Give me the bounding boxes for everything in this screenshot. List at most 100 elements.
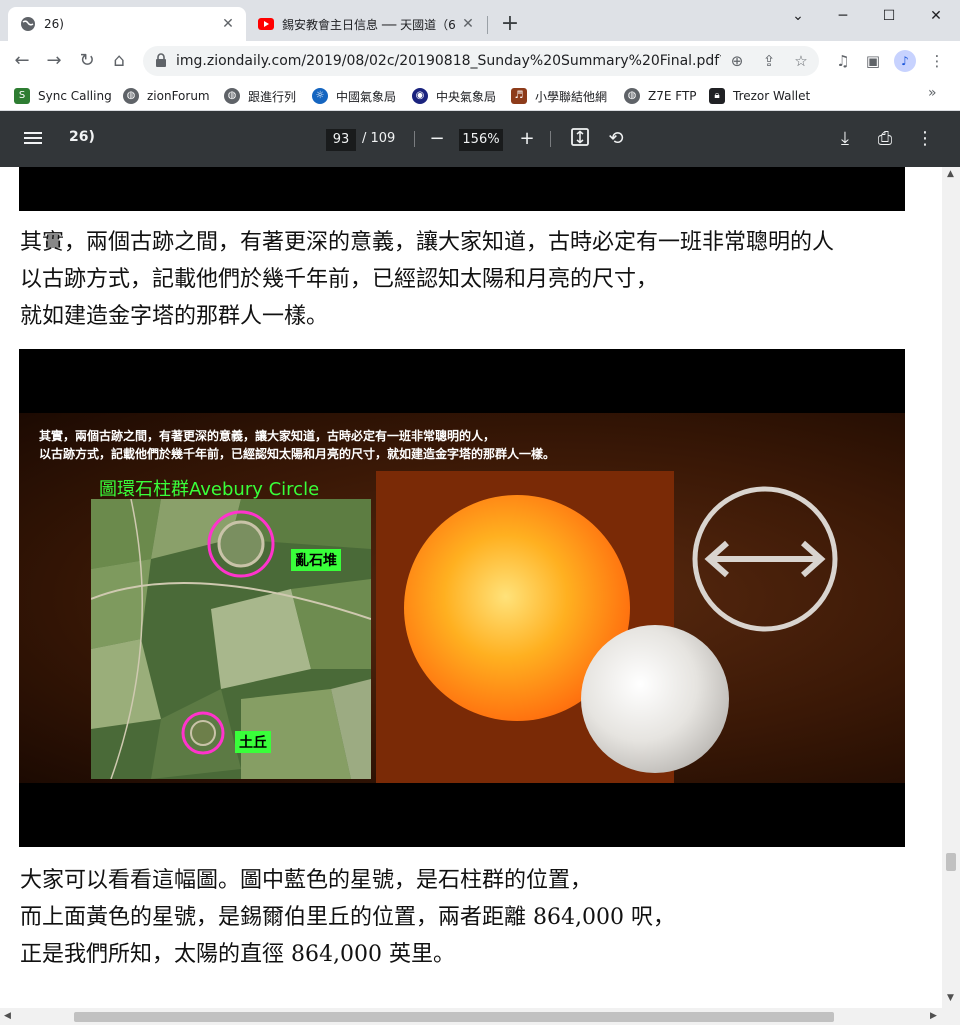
guitar-icon: ♬ [511, 88, 527, 104]
text-line: 其實，兩個古跡之間，有著更深的意義，讓大家知道，古時必定有一班非常聰明的人 [20, 230, 835, 255]
tab-youtube[interactable]: 錫安教會主日信息 ── 天國道（6 ✕ [248, 7, 486, 41]
bookmark-z7e-ftp[interactable]: ◍ Z7E FTP [624, 85, 697, 107]
paragraph-intro: 其實，兩個古跡之間，有著更深的意義，讓大家知道，古時必定有一班非常聰明的人 以古… [20, 224, 834, 335]
lock-icon[interactable] [155, 53, 167, 67]
bookmark-label: Z7E FTP [648, 89, 697, 103]
paragraph-explanation: 大家可以看看這幅圖。圖中藍色的星號，是石柱群的位置， 而上面黃色的星號，是錫爾伯… [20, 862, 675, 973]
download-icon[interactable]: ⤓ [833, 127, 857, 151]
bookmark-label: Sync Calling [38, 89, 112, 103]
toolbar-divider [550, 131, 551, 147]
eye-icon: ◉ [412, 88, 428, 104]
bookmark-cma[interactable]: ☼ 中國氣象局 [312, 85, 396, 107]
globe-icon [21, 17, 35, 31]
zoom-icon[interactable]: ⊕ [727, 51, 747, 71]
globe-icon: ◍ [624, 88, 640, 104]
new-tab-button[interactable]: + [498, 13, 522, 37]
aerial-fields [91, 499, 371, 779]
bookmark-follow-up[interactable]: ◍ 跟進行列 [224, 85, 296, 107]
scroll-down-icon[interactable]: ▼ [947, 993, 954, 1003]
star-icon[interactable]: ☆ [791, 51, 811, 71]
hamburger-icon[interactable] [24, 129, 44, 149]
sync-icon: S [14, 88, 30, 104]
bookmark-label: zionForum [147, 89, 210, 103]
text-line: 就如建造金字塔的那群人一樣。 [20, 304, 329, 329]
slide-caption: 其實，兩個古跡之間，有著更深的意義，讓大家知道，古時必定有一班非常聰明的人， 以… [39, 427, 555, 463]
browser-toolbar: ← → ↻ ⌂ img.ziondaily.com/2019/08/02c/20… [0, 41, 960, 81]
share-icon[interactable]: ⇪ [759, 51, 779, 71]
pdf-page-view[interactable]: 其實，兩個古跡之間，有著更深的意義，讓大家知道，古時必定有一班非常聰明的人 以古… [0, 167, 942, 1008]
maximize-button[interactable]: ☐ [874, 6, 904, 26]
pdf-title: 26) [69, 129, 95, 145]
bookmark-guitar[interactable]: ♬ 小學聯結他網 [511, 85, 607, 107]
page-total: / 109 [362, 131, 396, 146]
page-number-input[interactable]: 93 [326, 129, 356, 151]
map-title: 圖環石柱群Avebury Circle [99, 479, 320, 500]
tab-title: 26) [44, 17, 64, 31]
minimize-button[interactable]: ─ [828, 6, 858, 26]
bookmark-label: 中央氣象局 [436, 89, 497, 104]
scroll-right-icon[interactable]: ▶ [930, 1011, 937, 1021]
bookmark-trezor[interactable]: 🔒︎ Trezor Wallet [709, 85, 810, 107]
print-icon[interactable]: ⎙ [873, 127, 897, 151]
lock-icon: 🔒︎ [709, 88, 725, 104]
globe-icon: ◍ [224, 88, 240, 104]
zoom-in-button[interactable]: + [515, 127, 539, 151]
chevron-down-icon[interactable]: ⌄ [783, 6, 813, 26]
zoom-out-button[interactable]: − [425, 127, 449, 151]
bookmark-sync-calling[interactable]: S Sync Calling [14, 85, 112, 107]
forward-button[interactable]: → [42, 49, 66, 73]
vertical-scrollbar[interactable]: ▲ ▼ [942, 167, 960, 1008]
aerial-map [91, 499, 371, 779]
side-panel-icon[interactable]: ▣ [863, 51, 883, 71]
globe-icon: ◍ [123, 88, 139, 104]
weather-icon: ☼ [312, 88, 328, 104]
rotate-button[interactable]: ⟲ [604, 127, 628, 151]
avatar[interactable]: ♪ [894, 50, 916, 72]
address-bar[interactable]: img.ziondaily.com/2019/08/02c/20190818_S… [143, 46, 819, 76]
fit-page-icon [571, 128, 589, 146]
pdf-toolbar: 26) 93 / 109 − 156% + ⟲ ⤓ ⎙ ⋮ [0, 111, 960, 167]
caption-line: 其實，兩個古跡之間，有著更深的意義，讓大家知道，古時必定有一班非常聰明的人， [39, 429, 496, 443]
back-button[interactable]: ← [10, 49, 34, 73]
bookmark-label: 中國氣象局 [336, 89, 397, 104]
moon-image [581, 625, 729, 773]
slide-image: 其實，兩個古跡之間，有著更深的意義，讓大家知道，古時必定有一班非常聰明的人， 以… [19, 349, 905, 847]
text-line: 大家可以看看這幅圖。圖中藍色的星號，是石柱群的位置， [20, 868, 593, 893]
text-line: 正是我們所知，太陽的直徑 864,000 英里。 [20, 942, 455, 967]
slide-content: 其實，兩個古跡之間，有著更深的意義，讓大家知道，古時必定有一班非常聰明的人， 以… [19, 413, 905, 783]
menu-kebab-icon[interactable]: ⋮ [927, 51, 947, 71]
horizontal-scroll-thumb[interactable] [74, 1012, 834, 1022]
bookmark-label: 跟進行列 [248, 89, 297, 104]
bookmarks-bar: S Sync Calling ◍ zionForum ◍ 跟進行列 ☼ 中國氣象… [0, 81, 960, 111]
caption-line: 以古跡方式，記載他們於幾千年前，已經認知太陽和月亮的尺寸，就如建造金字塔的那群人… [39, 447, 556, 461]
scroll-up-icon[interactable]: ▲ [947, 169, 954, 179]
tab-strip: 26) ✕ 錫安教會主日信息 ── 天國道（6 ✕ + ⌄ ─ ☐ ✕ [0, 0, 960, 41]
media-icon[interactable]: ♫ [833, 51, 853, 71]
fit-page-button[interactable] [568, 127, 592, 151]
scroll-left-icon[interactable]: ◀ [4, 1011, 11, 1021]
chevron-right-icon[interactable]: » [928, 85, 937, 101]
label-hill: 土丘 [235, 731, 271, 753]
diameter-icon [692, 486, 838, 632]
close-icon[interactable]: ✕ [460, 16, 476, 32]
bookmark-cwb[interactable]: ◉ 中央氣象局 [412, 85, 496, 107]
youtube-icon [258, 18, 274, 30]
vertical-scroll-thumb[interactable] [946, 853, 956, 871]
horizontal-scrollbar[interactable]: ◀ ▶ [0, 1008, 960, 1025]
bookmark-label: 小學聯結他網 [535, 89, 608, 104]
reload-button[interactable]: ↻ [75, 49, 99, 73]
tab-title: 錫安教會主日信息 ── 天國道（6 [282, 17, 456, 32]
bookmark-zionforum[interactable]: ◍ zionForum [123, 85, 210, 107]
text-line: 而上面黃色的星號，是錫爾伯里丘的位置，兩者距離 864,000 呎， [20, 905, 675, 930]
text-line: 以古跡方式，記載他們於幾千年前，已經認知太陽和月亮的尺寸， [20, 267, 659, 292]
url-text[interactable]: img.ziondaily.com/2019/08/02c/20190818_S… [176, 46, 721, 76]
tab-pdf[interactable]: 26) ✕ [8, 7, 246, 41]
tab-divider [487, 16, 488, 34]
zoom-input[interactable]: 156% [459, 129, 503, 151]
close-icon[interactable]: ✕ [220, 16, 236, 32]
label-stones: 亂石堆 [291, 549, 341, 571]
home-button[interactable]: ⌂ [107, 49, 131, 73]
bookmark-label: Trezor Wallet [733, 89, 811, 103]
more-options-icon[interactable]: ⋮ [913, 127, 937, 151]
window-close-button[interactable]: ✕ [921, 6, 951, 26]
